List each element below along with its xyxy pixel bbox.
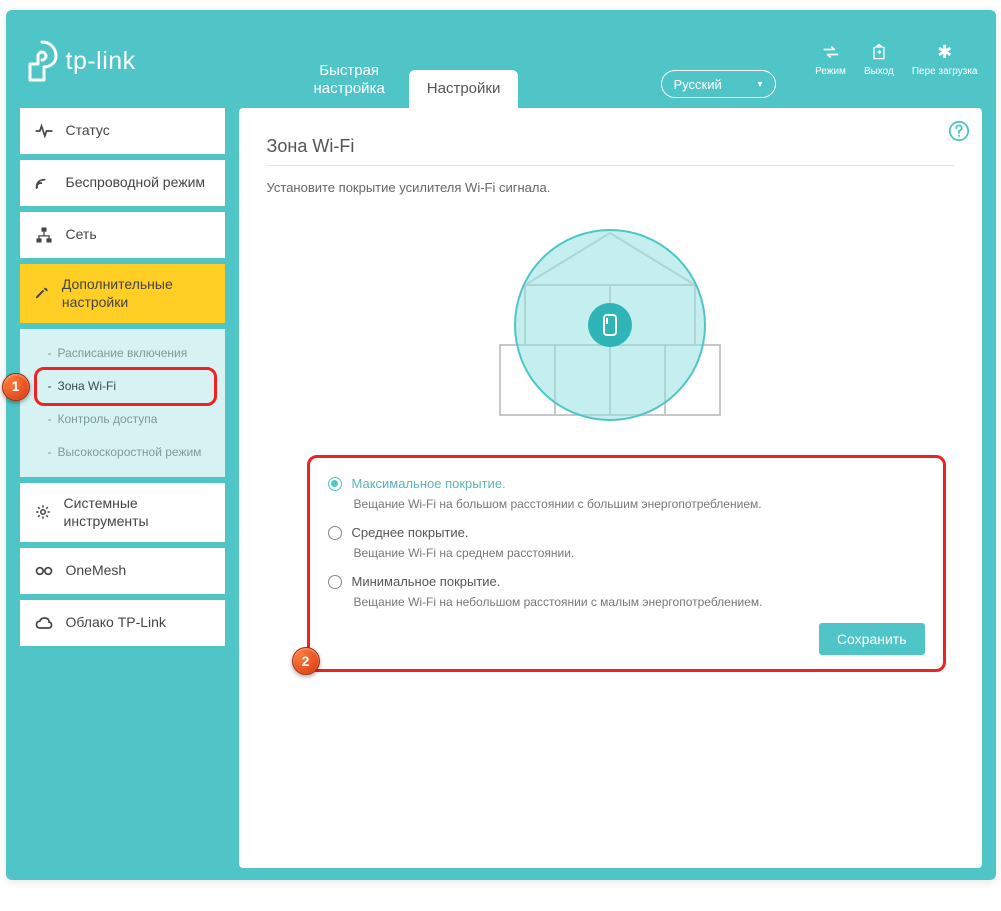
cloud-icon [34, 613, 54, 633]
option-desc: Вещание Wi-Fi на небольшом расстоянии с … [354, 595, 925, 609]
reboot-button[interactable]: ✱ Пере загрузка [912, 42, 978, 77]
option-label: Среднее покрытие. [352, 525, 469, 540]
logout-label: Выход [864, 66, 894, 77]
sidebar-sub-label: Контроль доступа [58, 412, 158, 427]
sidebar-item-label: Беспроводной режим [66, 174, 206, 192]
divider [267, 165, 954, 166]
sidebar-item-advanced[interactable]: Дополнительные настройки [20, 264, 225, 323]
sidebar: Статус Беспроводной режим Сеть Дополните… [20, 108, 225, 868]
sidebar-item-label: Облако TP-Link [66, 614, 166, 632]
wrench-icon [34, 284, 50, 304]
onemesh-icon [34, 561, 54, 581]
swap-icon [821, 42, 841, 62]
brand-logo: tp-link [24, 40, 136, 82]
sidebar-item-status[interactable]: Статус [20, 108, 225, 154]
sidebar-sub-access-control[interactable]: Контроль доступа [20, 403, 225, 436]
sidebar-item-label: Системные инструменты [64, 495, 211, 530]
page-subtitle: Установите покрытие усилителя Wi-Fi сигн… [267, 180, 954, 195]
radio-icon [328, 575, 342, 589]
radio-icon [328, 477, 342, 491]
brand-text: tp-link [66, 47, 136, 76]
app-frame: tp-link Быстрая настройка Настройки Русс… [6, 10, 996, 880]
annotation-callout-1: 1 [2, 373, 30, 401]
sidebar-item-label: Сеть [66, 226, 97, 244]
option-label: Максимальное покрытие. [352, 476, 506, 491]
coverage-options: 2 Максимальное покрытие. Вещание Wi-Fi н… [307, 455, 946, 672]
logout-icon [869, 42, 889, 62]
save-row: Сохранить [328, 623, 925, 655]
advanced-submenu: Расписание включения Зона Wi-Fi 1 Контро… [20, 329, 225, 477]
wifi-icon [34, 173, 54, 193]
loading-icon: ✱ [935, 42, 955, 62]
option-label: Минимальное покрытие. [352, 574, 501, 589]
sidebar-item-label: Статус [66, 122, 110, 140]
top-actions: Режим Выход ✱ Пере загрузка [815, 42, 977, 77]
save-button[interactable]: Сохранить [819, 623, 925, 655]
pulse-icon [34, 121, 54, 141]
sidebar-sub-high-speed[interactable]: Высокоскоростной режим [20, 436, 225, 469]
sidebar-item-label: OneMesh [66, 562, 127, 580]
radio-max-coverage[interactable]: Максимальное покрытие. [328, 476, 925, 491]
mode-button[interactable]: Режим [815, 42, 846, 77]
chevron-down-icon: ▾ [757, 79, 762, 90]
option-desc: Вещание Wi-Fi на среднем расстоянии. [354, 546, 925, 560]
option-desc: Вещание Wi-Fi на большом расстоянии с бо… [354, 497, 925, 511]
coverage-illustration [267, 215, 954, 435]
gear-icon [34, 503, 52, 523]
language-value: Русский [674, 77, 722, 92]
reboot-label: Пере загрузка [912, 66, 978, 77]
sidebar-item-label: Дополнительные настройки [62, 276, 211, 311]
sidebar-sub-label: Расписание включения [58, 346, 188, 361]
radio-icon [328, 526, 342, 540]
body: Статус Беспроводной режим Сеть Дополните… [6, 108, 996, 880]
tp-link-logo-icon [24, 40, 60, 82]
mode-label: Режим [815, 66, 846, 77]
page-title: Зона Wi-Fi [267, 136, 954, 157]
tab-settings[interactable]: Настройки [409, 70, 519, 108]
sidebar-sub-label: Высокоскоростной режим [58, 445, 202, 460]
content-panel: Зона Wi-Fi Установите покрытие усилителя… [239, 108, 982, 868]
annotation-callout-2: 2 [292, 647, 320, 675]
header: tp-link Быстрая настройка Настройки Русс… [6, 10, 996, 108]
sidebar-sub-wifi-zone[interactable]: Зона Wi-Fi 1 [20, 370, 225, 403]
help-button[interactable] [948, 120, 970, 142]
option-max: Максимальное покрытие. Вещание Wi-Fi на … [328, 476, 925, 511]
language-select[interactable]: Русский ▾ [661, 70, 776, 98]
sidebar-item-cloud[interactable]: Облако TP-Link [20, 600, 225, 646]
network-icon [34, 225, 54, 245]
radio-mid-coverage[interactable]: Среднее покрытие. [328, 525, 925, 540]
radio-min-coverage[interactable]: Минимальное покрытие. [328, 574, 925, 589]
sidebar-sub-label: Зона Wi-Fi [58, 379, 117, 394]
header-tabs: Быстрая настройка Настройки [296, 52, 519, 108]
sidebar-item-onemesh[interactable]: OneMesh [20, 548, 225, 594]
tab-quick-setup[interactable]: Быстрая настройка [296, 52, 403, 108]
option-min: Минимальное покрытие. Вещание Wi-Fi на н… [328, 574, 925, 609]
sidebar-item-wireless[interactable]: Беспроводной режим [20, 160, 225, 206]
option-mid: Среднее покрытие. Вещание Wi-Fi на средн… [328, 525, 925, 560]
sidebar-item-system-tools[interactable]: Системные инструменты [20, 483, 225, 542]
logout-button[interactable]: Выход [864, 42, 894, 77]
sidebar-sub-schedule[interactable]: Расписание включения [20, 337, 225, 370]
sidebar-item-network[interactable]: Сеть [20, 212, 225, 258]
